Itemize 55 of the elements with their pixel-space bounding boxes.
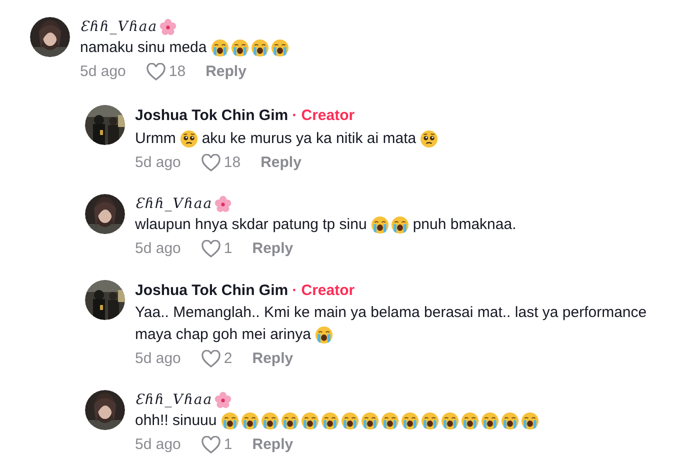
heart-icon[interactable] xyxy=(200,240,221,258)
comment-text: ohh!! sinuuu xyxy=(135,411,217,431)
pleading-face-icon xyxy=(420,130,438,148)
comment-text: Urmm xyxy=(135,128,176,148)
timestamp: 5d ago xyxy=(80,62,126,82)
pleading-face-icon xyxy=(180,130,198,148)
comment-text: wlaupun hnya skdar patung tp sinu xyxy=(135,214,367,234)
crying-face-icon xyxy=(380,412,399,430)
timestamp: 5d ago xyxy=(135,152,181,172)
comment-text: maya chap goh mei arinya xyxy=(135,325,311,345)
timestamp: 5d ago xyxy=(135,349,181,369)
timestamp: 5d ago xyxy=(135,435,181,455)
crying-face-icon xyxy=(420,412,439,430)
crying-face-icon xyxy=(210,39,229,57)
heart-icon[interactable] xyxy=(200,154,221,172)
like-count: 18 xyxy=(168,62,186,82)
like-count: 1 xyxy=(224,238,232,258)
comment-text: namaku sinu meda xyxy=(80,38,207,58)
username[interactable]: Ɛɦɦ_Vɦaa xyxy=(80,17,158,37)
crying-face-icon xyxy=(280,412,299,430)
crying-face-icon xyxy=(520,412,539,430)
crying-face-icon xyxy=(460,412,479,430)
like-count: 1 xyxy=(224,435,232,455)
comment-text: Yaa.. Memanglah.. Kmi ke main ya belama berasai mat.. last ya performance xyxy=(135,303,647,323)
crying-face-icon xyxy=(370,216,389,234)
username[interactable]: Ɛɦɦ_Vɦaa xyxy=(135,194,213,214)
comment-text: pnuh bmaknaa. xyxy=(412,214,516,234)
crying-face-icon xyxy=(250,39,269,57)
crying-face-icon xyxy=(230,39,249,57)
crying-face-icon xyxy=(270,39,289,57)
comment-text: aku ke murus ya ka nitik ai mata xyxy=(202,128,416,148)
username[interactable]: Joshua Tok Chin Gim xyxy=(135,280,288,301)
username[interactable]: Ɛɦɦ_Vɦaa xyxy=(135,390,213,410)
crying-face-icon xyxy=(260,412,279,430)
heart-icon[interactable] xyxy=(146,63,166,81)
crying-face-icon xyxy=(400,412,419,430)
crying-face-icon xyxy=(500,412,519,430)
heart-icon[interactable] xyxy=(200,436,221,454)
crying-face-icon xyxy=(360,412,379,430)
crying-face-icon xyxy=(390,216,409,234)
creator-label: · Creator xyxy=(292,280,355,300)
crying-face-icon xyxy=(320,412,339,430)
like-count: 18 xyxy=(224,152,241,172)
username[interactable]: Joshua Tok Chin Gim xyxy=(135,106,288,126)
crying-face-icon xyxy=(480,412,499,430)
like-count: 2 xyxy=(224,349,232,369)
timestamp: 5d ago xyxy=(135,238,181,258)
heart-icon[interactable] xyxy=(200,350,221,368)
crying-face-icon xyxy=(440,412,459,430)
crying-face-icon xyxy=(314,326,333,344)
crying-face-icon xyxy=(240,412,259,430)
crying-face-icon xyxy=(300,412,319,430)
creator-label: · Creator xyxy=(292,106,355,126)
crying-face-icon xyxy=(340,412,359,430)
crying-face-icon xyxy=(220,412,239,430)
